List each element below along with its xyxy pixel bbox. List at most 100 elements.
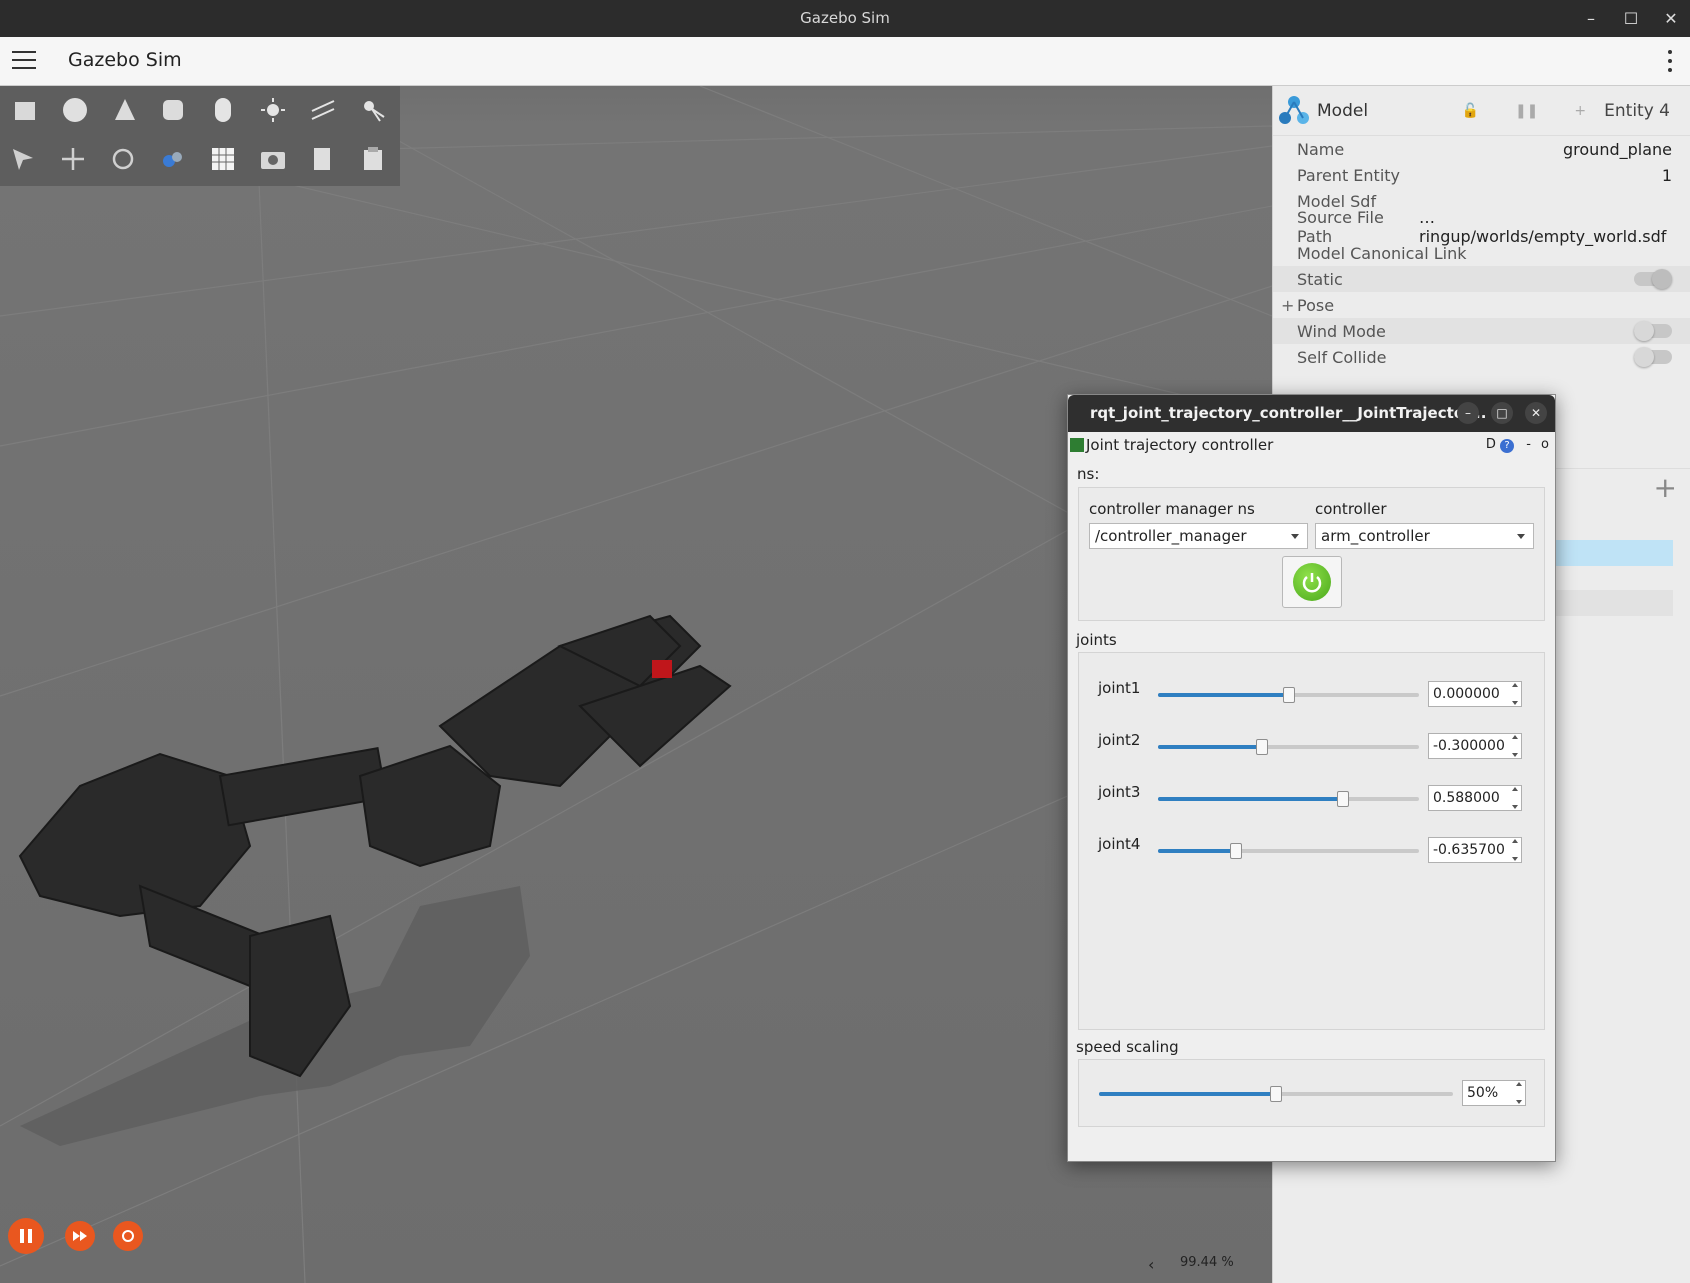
rotate-tool-icon[interactable] [108, 144, 138, 174]
joint-value-spinbox[interactable]: -0.300000 [1428, 733, 1522, 759]
joint-slider-handle[interactable] [1282, 687, 1295, 703]
red-gripper-marker [652, 660, 672, 678]
grid-snap-icon[interactable] [208, 144, 238, 174]
row-static: Static [1273, 266, 1690, 292]
pause-updates-icon[interactable]: ❚❚ [1515, 103, 1538, 119]
cylinder-icon[interactable] [158, 95, 188, 125]
add-icon[interactable]: + [1574, 103, 1586, 119]
controller-select[interactable]: arm_controller [1315, 523, 1534, 549]
joint-value-spinbox[interactable]: -0.635700 [1428, 837, 1522, 863]
row-label: Name [1297, 139, 1345, 159]
screenshot-icon[interactable] [258, 144, 288, 174]
close-icon[interactable]: ✕ [1662, 0, 1680, 37]
plugin-header: Joint trajectory controller D ? - o [1068, 432, 1555, 458]
spin-arrows[interactable] [1509, 787, 1520, 809]
chevron-down-icon [1291, 534, 1299, 539]
point-light-icon[interactable] [258, 95, 288, 125]
window-title: Gazebo Sim [800, 9, 890, 27]
dialog-maximize-icon[interactable]: □ [1491, 402, 1513, 424]
dock-button[interactable]: D [1486, 437, 1496, 452]
more-options-icon[interactable] [1668, 50, 1674, 77]
help-icon[interactable]: ? [1500, 439, 1515, 453]
maximize-icon[interactable]: ☐ [1622, 0, 1640, 37]
joint-slider-handle[interactable] [1256, 739, 1269, 755]
spot-light-icon[interactable] [358, 95, 388, 125]
joint-row: joint1 0.000000 [1079, 675, 1546, 715]
joint-value-spinbox[interactable]: 0.000000 [1428, 681, 1522, 707]
close-plugin-icon[interactable]: o [1541, 437, 1549, 452]
sphere-icon[interactable] [60, 95, 90, 125]
joint-slider-fill [1158, 693, 1289, 697]
translate-tool-icon[interactable] [58, 144, 88, 174]
enable-controller-button[interactable] [1282, 556, 1342, 608]
self-collide-toggle[interactable] [1634, 347, 1672, 367]
dialog-close-icon[interactable]: ✕ [1525, 402, 1547, 424]
fast-forward-icon [73, 1231, 87, 1241]
joint-slider-handle[interactable] [1230, 843, 1243, 859]
cm-ns-value: /controller_manager [1095, 527, 1247, 545]
real-time-factor: 99.44 % [1180, 1255, 1234, 1270]
paste-icon[interactable] [358, 144, 388, 174]
speed-spinbox[interactable]: 50% [1462, 1080, 1526, 1106]
row-wind-mode: Wind Mode [1273, 318, 1690, 344]
menu-icon[interactable] [12, 51, 36, 71]
reset-button[interactable] [113, 1221, 143, 1251]
spin-arrows[interactable] [1509, 683, 1520, 705]
joint-row: joint2 -0.300000 [1079, 727, 1546, 767]
row-label: Static [1297, 269, 1343, 289]
joint-row: joint4 -0.635700 [1079, 831, 1546, 871]
hide-icon[interactable]: - [1526, 437, 1531, 452]
joint-slider-handle[interactable] [1337, 791, 1350, 807]
chevron-down-icon [1517, 534, 1525, 539]
static-toggle[interactable] [1634, 269, 1672, 289]
row-pose[interactable]: + Pose [1273, 292, 1690, 318]
box-icon[interactable] [10, 95, 40, 125]
joints-label: joints [1076, 631, 1117, 649]
entity-id: Entity 4 [1604, 100, 1670, 121]
joint-value-spinbox[interactable]: 0.588000 [1428, 785, 1522, 811]
transform-control-icon[interactable] [158, 144, 188, 174]
pause-button[interactable] [8, 1218, 44, 1254]
joint-slider[interactable] [1158, 739, 1419, 755]
row-self-collide: Self Collide [1273, 344, 1690, 370]
add-entity-icon[interactable]: + [1654, 471, 1677, 504]
joint-slider[interactable] [1158, 687, 1419, 703]
minimize-icon[interactable]: – [1582, 0, 1600, 37]
speed-slider[interactable] [1099, 1086, 1453, 1102]
joint-name: joint4 [1098, 835, 1141, 853]
directional-light-icon[interactable] [308, 95, 338, 125]
speed-scaling-group: 50% [1078, 1059, 1545, 1127]
joint-slider[interactable] [1158, 843, 1419, 859]
copy-icon[interactable] [308, 144, 338, 174]
step-button[interactable] [65, 1221, 95, 1251]
expand-icon[interactable]: + [1281, 296, 1297, 315]
app-bar: Gazebo Sim [0, 37, 1690, 86]
pause-icon [20, 1229, 32, 1243]
cm-ns-select[interactable]: /controller_manager [1089, 523, 1308, 549]
speed-scaling-label: speed scaling [1076, 1038, 1179, 1056]
row-source-file-path: Source File Path …ringup/worlds/empty_wor… [1273, 208, 1690, 246]
window-controls: – ☐ ✕ [1582, 0, 1680, 37]
speed-slider-handle[interactable] [1270, 1086, 1282, 1102]
select-tool-icon[interactable] [8, 144, 38, 174]
row-value: ground_plane [1563, 139, 1672, 159]
wind-mode-toggle[interactable] [1634, 321, 1672, 341]
joint-value: -0.300000 [1433, 738, 1505, 754]
joint-slider-fill [1158, 797, 1344, 801]
controller-value: arm_controller [1321, 527, 1430, 545]
chevron-left-icon[interactable]: ‹ [1148, 1255, 1154, 1274]
joint-name: joint2 [1098, 731, 1141, 749]
joint-slider[interactable] [1158, 791, 1419, 807]
dialog-title: rqt_joint_trajectory_controller__JointTr… [1090, 404, 1487, 422]
cone-icon[interactable] [110, 95, 140, 125]
spin-arrows[interactable] [1509, 839, 1520, 861]
joint-value: -0.635700 [1433, 842, 1505, 858]
dialog-minimize-icon[interactable]: – [1457, 402, 1479, 424]
joint-value: 0.588000 [1433, 790, 1500, 806]
capsule-icon[interactable] [208, 95, 238, 125]
dialog-window-controls: – □ ✕ [1457, 402, 1547, 424]
spin-arrows[interactable] [1509, 735, 1520, 757]
spin-arrows[interactable] [1513, 1082, 1524, 1104]
row-value: 1 [1661, 165, 1672, 185]
lock-icon[interactable]: 🔓 [1462, 103, 1479, 119]
